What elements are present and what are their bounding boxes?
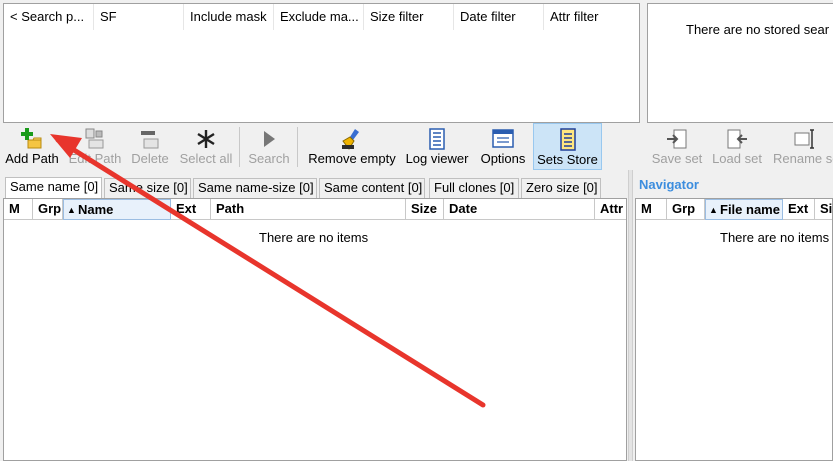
navigator-empty-text: There are no items [720, 230, 830, 245]
main-toolbar: Add Path Edit Path Delete Select all Sea… [0, 123, 630, 170]
col-size-filter[interactable]: Size filter [364, 4, 454, 30]
log-viewer-button[interactable]: Log viewer [403, 123, 471, 170]
save-set-button[interactable]: Save set [648, 123, 706, 170]
save-set-label: Save set [651, 151, 703, 166]
navigator-title: Navigator [639, 177, 699, 192]
col-search-path[interactable]: < Search p... [4, 4, 94, 30]
col-include-mask[interactable]: Include mask [184, 4, 274, 30]
delete-button[interactable]: Delete [127, 123, 173, 170]
remove-empty-button[interactable]: Remove empty [304, 123, 400, 170]
load-set-button[interactable]: Load set [708, 123, 766, 170]
col-date-filter[interactable]: Date filter [454, 4, 544, 30]
sets-store-icon [559, 128, 576, 151]
search-button[interactable]: Search [244, 123, 294, 170]
col-grp[interactable]: Grp [33, 199, 63, 220]
options-window-icon [492, 129, 514, 148]
rename-set-button[interactable]: Rename se [769, 123, 833, 170]
rename-set-label: Rename se [773, 151, 833, 166]
nav-col-size[interactable]: Si [815, 199, 832, 220]
add-path-label: Add Path [5, 151, 59, 166]
play-icon [264, 131, 275, 147]
nav-col-ext[interactable]: Ext [783, 199, 815, 220]
navigator-grid-header: M Grp ▲ File name Ext Si [636, 199, 832, 220]
nav-col-grp[interactable]: Grp [667, 199, 705, 220]
search-paths-header: < Search p... SF Include mask Exclude ma… [4, 4, 639, 30]
stored-sets-empty-text: There are no stored sear [686, 22, 830, 37]
result-tabs: Same name [0] Same size [0] Same name-si… [0, 177, 630, 198]
add-folder-icon [21, 128, 42, 149]
search-paths-list[interactable]: < Search p... SF Include mask Exclude ma… [3, 3, 640, 123]
app-window: < Search p... SF Include mask Exclude ma… [0, 0, 833, 461]
col-name-label: Name [78, 202, 114, 217]
tab-same-name[interactable]: Same name [0] [5, 177, 102, 198]
save-set-icon [667, 129, 687, 149]
panel-splitter[interactable] [628, 170, 633, 461]
load-set-icon [727, 129, 747, 149]
edit-path-button[interactable]: Edit Path [65, 123, 125, 170]
remove-empty-label: Remove empty [308, 151, 396, 166]
sort-ascending-icon: ▲ [67, 205, 76, 215]
load-set-label: Load set [712, 151, 762, 166]
sets-store-button[interactable]: Sets Store [533, 123, 602, 170]
tab-same-size[interactable]: Same size [0] [104, 178, 191, 198]
col-date[interactable]: Date [444, 199, 595, 220]
col-name[interactable]: ▲ Name [63, 199, 171, 220]
nav-col-file-name[interactable]: ▲ File name [705, 199, 783, 220]
asterisk-icon [197, 130, 215, 148]
tab-full-clones[interactable]: Full clones [0] [429, 178, 519, 198]
stored-sets-panel[interactable]: There are no stored sear [647, 3, 833, 123]
sets-toolbar: Save set Load set Rename se [645, 123, 833, 170]
delete-folder-icon [141, 131, 159, 149]
col-m[interactable]: M [4, 199, 33, 220]
col-ext[interactable]: Ext [171, 199, 211, 220]
col-path[interactable]: Path [211, 199, 406, 220]
nav-col-m[interactable]: M [636, 199, 667, 220]
nav-col-file-name-label: File name [720, 202, 780, 217]
rename-set-icon [794, 129, 814, 149]
select-all-button[interactable]: Select all [176, 123, 236, 170]
navigator-grid[interactable]: M Grp ▲ File name Ext Si There are no it… [635, 198, 833, 461]
results-grid[interactable]: M Grp ▲ Name Ext Path Size Date Attr The… [3, 198, 627, 461]
col-exclude-mask[interactable]: Exclude ma... [274, 4, 364, 30]
sort-ascending-icon: ▲ [709, 205, 718, 215]
toolbar-separator [297, 127, 298, 167]
edit-folder-icon [85, 128, 104, 149]
delete-label: Delete [131, 151, 169, 166]
options-button[interactable]: Options [475, 123, 531, 170]
col-attr-filter[interactable]: Attr filter [544, 4, 639, 30]
results-grid-header: M Grp ▲ Name Ext Path Size Date Attr [4, 199, 626, 220]
results-empty-text: There are no items [259, 230, 369, 245]
col-size[interactable]: Size [406, 199, 444, 220]
tab-same-content[interactable]: Same content [0] [319, 178, 425, 198]
log-viewer-label: Log viewer [405, 151, 469, 166]
toolbar-separator [239, 127, 240, 167]
tab-zero-size[interactable]: Zero size [0] [521, 178, 601, 198]
search-label: Search [248, 151, 290, 166]
col-attr[interactable]: Attr [595, 199, 626, 220]
sets-store-label: Sets Store [537, 152, 598, 167]
edit-path-label: Edit Path [68, 151, 122, 166]
add-path-button[interactable]: Add Path [3, 123, 61, 170]
options-label: Options [480, 151, 526, 166]
tab-same-name-size[interactable]: Same name-size [0] [193, 178, 317, 198]
broom-icon [342, 129, 359, 150]
col-sf[interactable]: SF [94, 4, 184, 30]
log-document-icon [429, 128, 445, 150]
select-all-label: Select all [179, 151, 233, 166]
